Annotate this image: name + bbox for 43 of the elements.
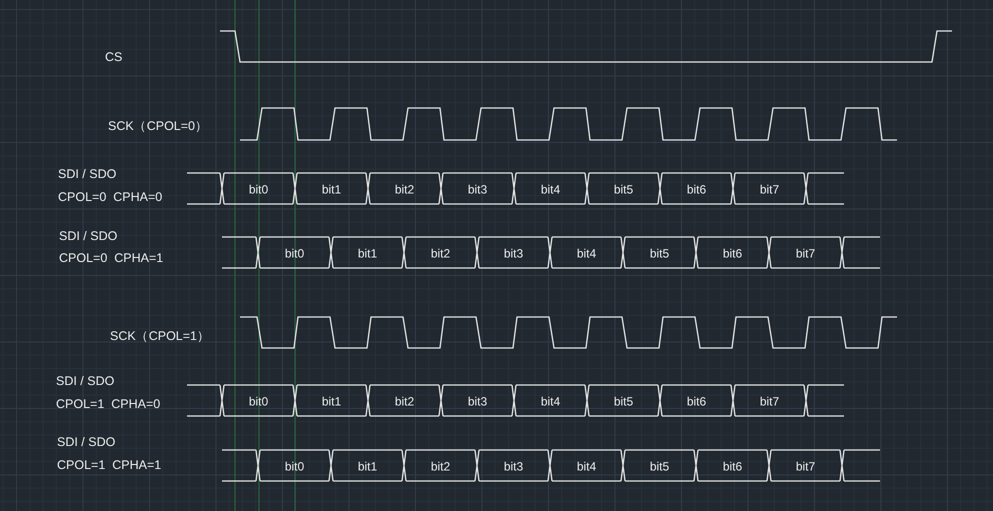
bit-label: bit7 [796,460,816,474]
bit-label: bit5 [650,246,670,260]
bit-label: bit6 [722,246,742,260]
bit-label: bit2 [430,246,450,260]
bit-label: bit3 [468,394,488,408]
bit-label: bit6 [722,460,742,474]
bit-label: bit7 [796,246,816,260]
signal-label: CPOL=1 CPHA=1 [57,458,162,472]
signal-label: SDI / SDO [58,167,116,181]
bit-label: bit5 [614,394,634,408]
signal-label: SCK（CPOL=0） [108,119,208,133]
bit-label: bit6 [686,182,706,196]
bit-label: bit4 [540,182,560,196]
signal-label: CS [105,50,122,64]
bit-label: bit3 [504,246,524,260]
bit-label: bit3 [468,182,488,196]
signal-label: SCK（CPOL=1） [110,329,210,343]
bit-label: bit2 [394,394,414,408]
bit-label: bit3 [504,460,524,474]
bit-label: bit6 [686,394,706,408]
bit-label: bit4 [576,246,596,260]
bit-label: bit1 [358,246,378,260]
bit-label: bit2 [394,182,414,196]
bit-label: bit1 [322,394,342,408]
signal-label: SDI / SDO [59,229,118,243]
bit-label: bit5 [650,460,670,474]
bit-label: bit2 [430,460,450,474]
signal-label: CPOL=0 CPHA=0 [58,190,162,204]
signal-label: SDI / SDO [56,374,114,388]
bit-label: bit5 [614,182,634,196]
bit-label: bit7 [760,394,780,408]
bit-label: bit4 [576,460,596,474]
signal-label: CPOL=0 CPHA=1 [59,251,164,265]
bit-label: bit1 [322,182,342,196]
bit-label: bit4 [540,394,560,408]
bit-label: bit0 [248,182,268,196]
bit-label: bit0 [284,246,304,260]
bit-label: bit1 [358,460,378,474]
signal-label: CPOL=1 CPHA=0 [56,397,160,411]
bit-label: bit7 [760,182,780,196]
bit-label: bit0 [284,460,304,474]
bit-label: bit0 [248,394,268,408]
signal-label: SDI / SDO [57,435,116,449]
